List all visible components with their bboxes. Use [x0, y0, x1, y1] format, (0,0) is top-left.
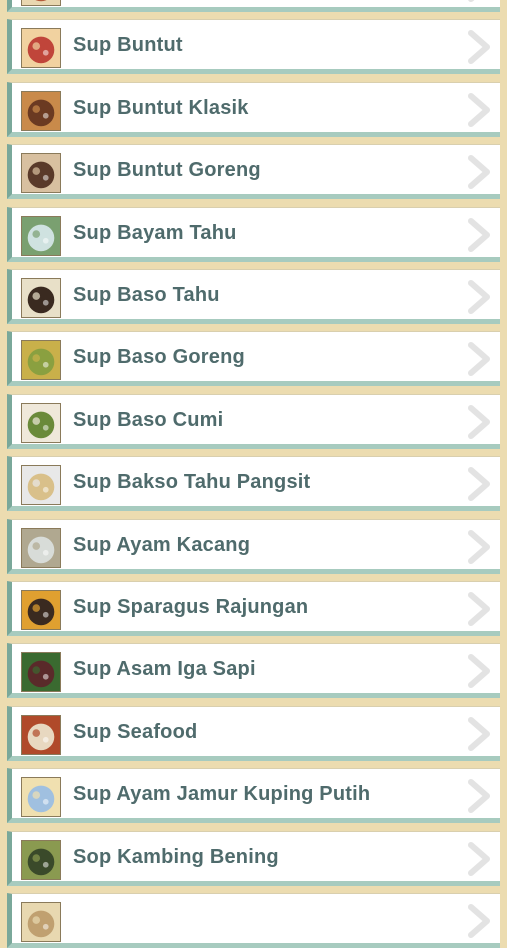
list-item[interactable] [7, 0, 500, 12]
recipe-thumbnail [21, 465, 61, 506]
chevron-right-icon [466, 841, 492, 876]
chevron-right-icon [466, 592, 492, 626]
chevron-right-icon [466, 779, 492, 814]
recipe-label: Sup Buntut Klasik [73, 96, 249, 119]
recipe-label: Sup Baso Goreng [73, 346, 245, 369]
chevron-right-icon [466, 904, 492, 938]
list-item[interactable]: Sup Baso Tahu [7, 269, 500, 324]
list-item[interactable]: Sup Bakso Tahu Pangsit [7, 456, 500, 512]
chevron-right-icon [466, 217, 492, 252]
chevron-right-icon [466, 404, 492, 439]
recipe-label: Sup Asam Iga Sapi [73, 658, 256, 681]
recipe-thumbnail [21, 777, 61, 818]
recipe-thumbnail [21, 714, 61, 755]
list-item[interactable]: Sup Seafood [7, 705, 500, 761]
chevron-right-icon [466, 155, 492, 190]
chevron-right-icon [466, 0, 492, 2]
list-item[interactable]: Sup Buntut Goreng [7, 144, 500, 200]
recipe-thumbnail [21, 0, 61, 6]
chevron-right-icon [466, 529, 492, 564]
recipe-thumbnail [21, 278, 61, 318]
chevron-right-icon [466, 280, 492, 314]
list-item[interactable]: Sop Kambing Bening [7, 830, 500, 886]
recipe-thumbnail [21, 402, 61, 443]
list-item[interactable]: Sup Buntut [7, 19, 500, 75]
recipe-thumbnail [21, 902, 61, 942]
recipe-label: Sup Ayam Kacang [73, 533, 251, 556]
list-item[interactable]: Sup Baso Goreng [7, 331, 500, 387]
recipe-thumbnail [21, 652, 61, 693]
recipe-label: Sup Buntut [73, 34, 183, 57]
list-item[interactable] [7, 893, 500, 948]
list-item[interactable]: Sup Bayam Tahu [7, 206, 500, 262]
list-item[interactable]: Sup Ayam Kacang [7, 518, 500, 574]
recipe-label: Sup Buntut Goreng [73, 159, 261, 182]
recipe-label: Sup Bayam Tahu [73, 221, 237, 244]
recipe-thumbnail [21, 527, 61, 568]
recipe-thumbnail [21, 340, 61, 381]
chevron-right-icon [466, 342, 492, 377]
chevron-right-icon [466, 716, 492, 751]
recipe-label: Sup Baso Cumi [73, 408, 224, 431]
list-item[interactable]: Sup Asam Iga Sapi [7, 643, 500, 699]
list-item[interactable]: Sup Buntut Klasik [7, 81, 500, 137]
recipe-thumbnail [21, 153, 61, 194]
recipe-label: Sup Bakso Tahu Pangsit [73, 471, 311, 494]
recipe-thumbnail [21, 590, 61, 630]
recipe-thumbnail [21, 28, 61, 69]
recipe-label: Sop Kambing Bening [73, 845, 279, 868]
recipe-label: Sup Ayam Jamur Kuping Putih [73, 783, 371, 806]
chevron-right-icon [466, 467, 492, 502]
list-item[interactable]: Sup Baso Cumi [7, 393, 500, 449]
recipe-thumbnail [21, 215, 61, 256]
recipe-thumbnail [21, 90, 61, 131]
chevron-right-icon [466, 654, 492, 689]
recipe-thumbnail [21, 839, 61, 880]
list-item[interactable]: Sup Sparagus Rajungan [7, 581, 500, 636]
recipe-label: Sup Baso Tahu [73, 284, 220, 306]
recipe-label: Sup Sparagus Rajungan [73, 596, 309, 618]
list-item[interactable]: Sup Ayam Jamur Kuping Putih [7, 768, 500, 824]
chevron-right-icon [466, 92, 492, 127]
chevron-right-icon [466, 30, 492, 65]
recipe-label: Sup Seafood [73, 720, 198, 743]
